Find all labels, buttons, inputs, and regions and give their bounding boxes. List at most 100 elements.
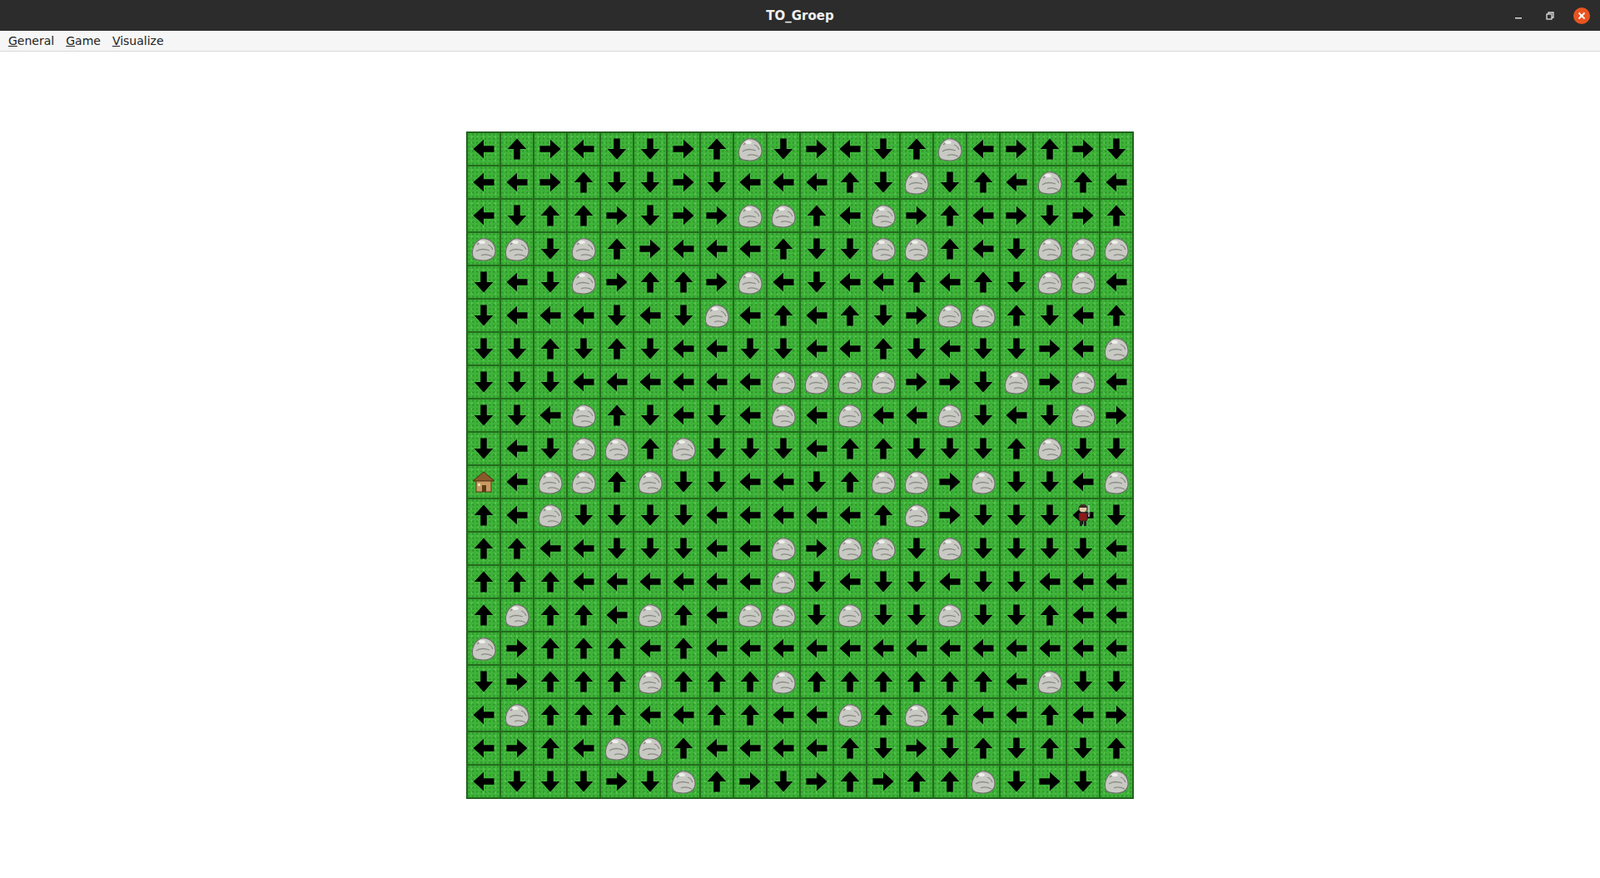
grid-cell[interactable] [533,298,567,333]
grid-cell[interactable] [467,498,501,532]
grid-cell[interactable] [733,631,767,666]
grid-cell[interactable] [1033,265,1067,299]
grid-cell[interactable] [866,398,900,433]
grid-cell[interactable] [999,498,1034,532]
grid-cell[interactable] [1033,232,1067,266]
grid-cell[interactable] [766,531,800,566]
grid-cell[interactable] [899,698,934,732]
grid-cell[interactable] [833,298,867,333]
grid-cell[interactable] [666,265,701,299]
grid-cell[interactable] [766,198,800,233]
grid-cell[interactable] [500,731,534,766]
grid-cell[interactable] [766,698,800,732]
grid-cell[interactable] [833,565,867,599]
grid-cell[interactable] [700,498,734,532]
grid-cell[interactable] [733,565,767,599]
grid-cell[interactable] [999,531,1034,566]
grid-cell[interactable] [700,731,734,766]
grid-cell[interactable] [566,531,601,566]
grid-cell[interactable] [966,232,1000,266]
grid-cell[interactable] [566,398,601,433]
grid-cell[interactable] [467,598,501,632]
grid-cell[interactable] [966,165,1000,199]
grid-cell[interactable] [633,598,667,632]
grid-cell[interactable] [866,498,900,532]
grid-cell[interactable] [566,731,601,766]
grid-cell[interactable] [1099,731,1133,766]
grid-cell[interactable] [933,665,967,699]
grid-cell[interactable] [1099,365,1133,399]
grid-cell[interactable] [833,132,867,166]
grid-cell[interactable] [566,198,601,233]
grid-cell[interactable] [1066,465,1100,499]
grid-cell[interactable] [467,198,501,233]
grid-cell[interactable] [800,565,834,599]
grid-cell[interactable] [866,565,900,599]
grid-cell[interactable] [800,765,834,799]
grid-cell[interactable] [533,365,567,399]
grid-cell[interactable] [633,432,667,466]
grid-cell[interactable] [600,165,634,199]
grid-cell[interactable] [1033,498,1067,532]
grid-cell[interactable] [633,565,667,599]
grid-cell[interactable] [833,665,867,699]
grid-cell[interactable] [999,132,1034,166]
grid-cell[interactable] [800,531,834,566]
minimize-icon[interactable] [1508,5,1529,26]
grid-cell[interactable] [533,132,567,166]
grid-cell[interactable] [1066,498,1100,532]
restore-icon[interactable] [1540,5,1561,26]
grid-cell[interactable] [500,498,534,532]
grid-cell[interactable] [1033,332,1067,366]
grid-cell[interactable] [533,698,567,732]
grid-cell[interactable] [999,198,1034,233]
grid-cell[interactable] [566,565,601,599]
grid-cell[interactable] [966,498,1000,532]
grid-cell[interactable] [666,132,701,166]
grid-cell[interactable] [999,332,1034,366]
grid-cell[interactable] [1099,565,1133,599]
grid-cell[interactable] [600,698,634,732]
grid-cell[interactable] [866,598,900,632]
grid-cell[interactable] [766,432,800,466]
grid-cell[interactable] [700,465,734,499]
grid-cell[interactable] [633,332,667,366]
grid-cell[interactable] [899,665,934,699]
grid-cell[interactable] [467,432,501,466]
grid-cell[interactable] [467,765,501,799]
grid-cell[interactable] [500,298,534,333]
grid-cell[interactable] [700,665,734,699]
grid-cell[interactable] [733,765,767,799]
grid-cell[interactable] [1033,465,1067,499]
grid-cell[interactable] [1099,265,1133,299]
grid-cell[interactable] [533,232,567,266]
grid-cell[interactable] [500,432,534,466]
grid-cell[interactable] [899,198,934,233]
grid-cell[interactable] [533,731,567,766]
grid-cell[interactable] [766,365,800,399]
grid-cell[interactable] [733,265,767,299]
grid-cell[interactable] [966,132,1000,166]
grid-cell[interactable] [733,498,767,532]
grid-cell[interactable] [999,565,1034,599]
grid-cell[interactable] [766,498,800,532]
grid-cell[interactable] [566,432,601,466]
grid-cell[interactable] [933,765,967,799]
grid-cell[interactable] [866,631,900,666]
grid-cell[interactable] [766,398,800,433]
grid-cell[interactable] [1033,198,1067,233]
grid-cell[interactable] [467,731,501,766]
grid-cell[interactable] [899,365,934,399]
grid-cell[interactable] [600,332,634,366]
grid-cell[interactable] [566,165,601,199]
grid-cell[interactable] [766,132,800,166]
grid-cell[interactable] [500,631,534,666]
grid-cell[interactable] [966,598,1000,632]
grid-cell[interactable] [733,698,767,732]
grid-cell[interactable] [966,265,1000,299]
grid-cell[interactable] [733,198,767,233]
grid-cell[interactable] [933,698,967,732]
grid-cell[interactable] [999,298,1034,333]
grid-cell[interactable] [800,432,834,466]
grid-cell[interactable] [467,298,501,333]
